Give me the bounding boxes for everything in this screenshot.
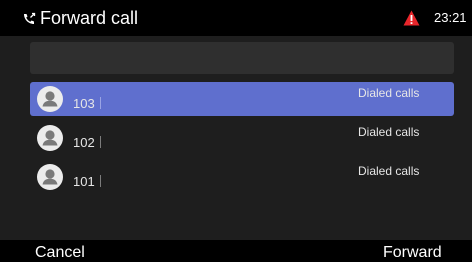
contact-label: Dialed calls xyxy=(358,86,420,100)
text-cursor xyxy=(100,136,101,148)
contact-row[interactable]: 101 Dialed calls xyxy=(30,160,454,194)
status-bar: Forward call 23:21 xyxy=(0,0,472,36)
contact-label: Dialed calls xyxy=(358,125,420,139)
contact-row[interactable]: 103 Dialed calls xyxy=(30,82,454,116)
number-input[interactable] xyxy=(30,42,454,74)
contact-label: Dialed calls xyxy=(358,164,420,178)
text-cursor xyxy=(100,175,101,187)
contact-row[interactable]: 102 Dialed calls xyxy=(30,121,454,155)
warning-triangle-icon[interactable] xyxy=(403,10,420,26)
phone-forward-icon xyxy=(24,12,36,24)
contact-number: 103 xyxy=(73,96,95,111)
contact-number: 101 xyxy=(73,174,95,189)
softkey-bar: Cancel Forward xyxy=(0,240,472,261)
cancel-button[interactable]: Cancel xyxy=(35,244,85,262)
clock-time: 23:21 xyxy=(434,10,467,25)
page-title: Forward call xyxy=(40,8,139,28)
forward-call-panel: 103 Dialed calls 102 Dialed calls 101 Di… xyxy=(0,36,472,240)
contact-avatar-icon xyxy=(37,125,63,151)
contact-avatar-icon xyxy=(37,164,63,190)
contact-number: 102 xyxy=(73,135,95,150)
forward-button[interactable]: Forward xyxy=(383,244,442,262)
contact-avatar-icon xyxy=(37,86,63,112)
text-cursor xyxy=(100,97,101,109)
